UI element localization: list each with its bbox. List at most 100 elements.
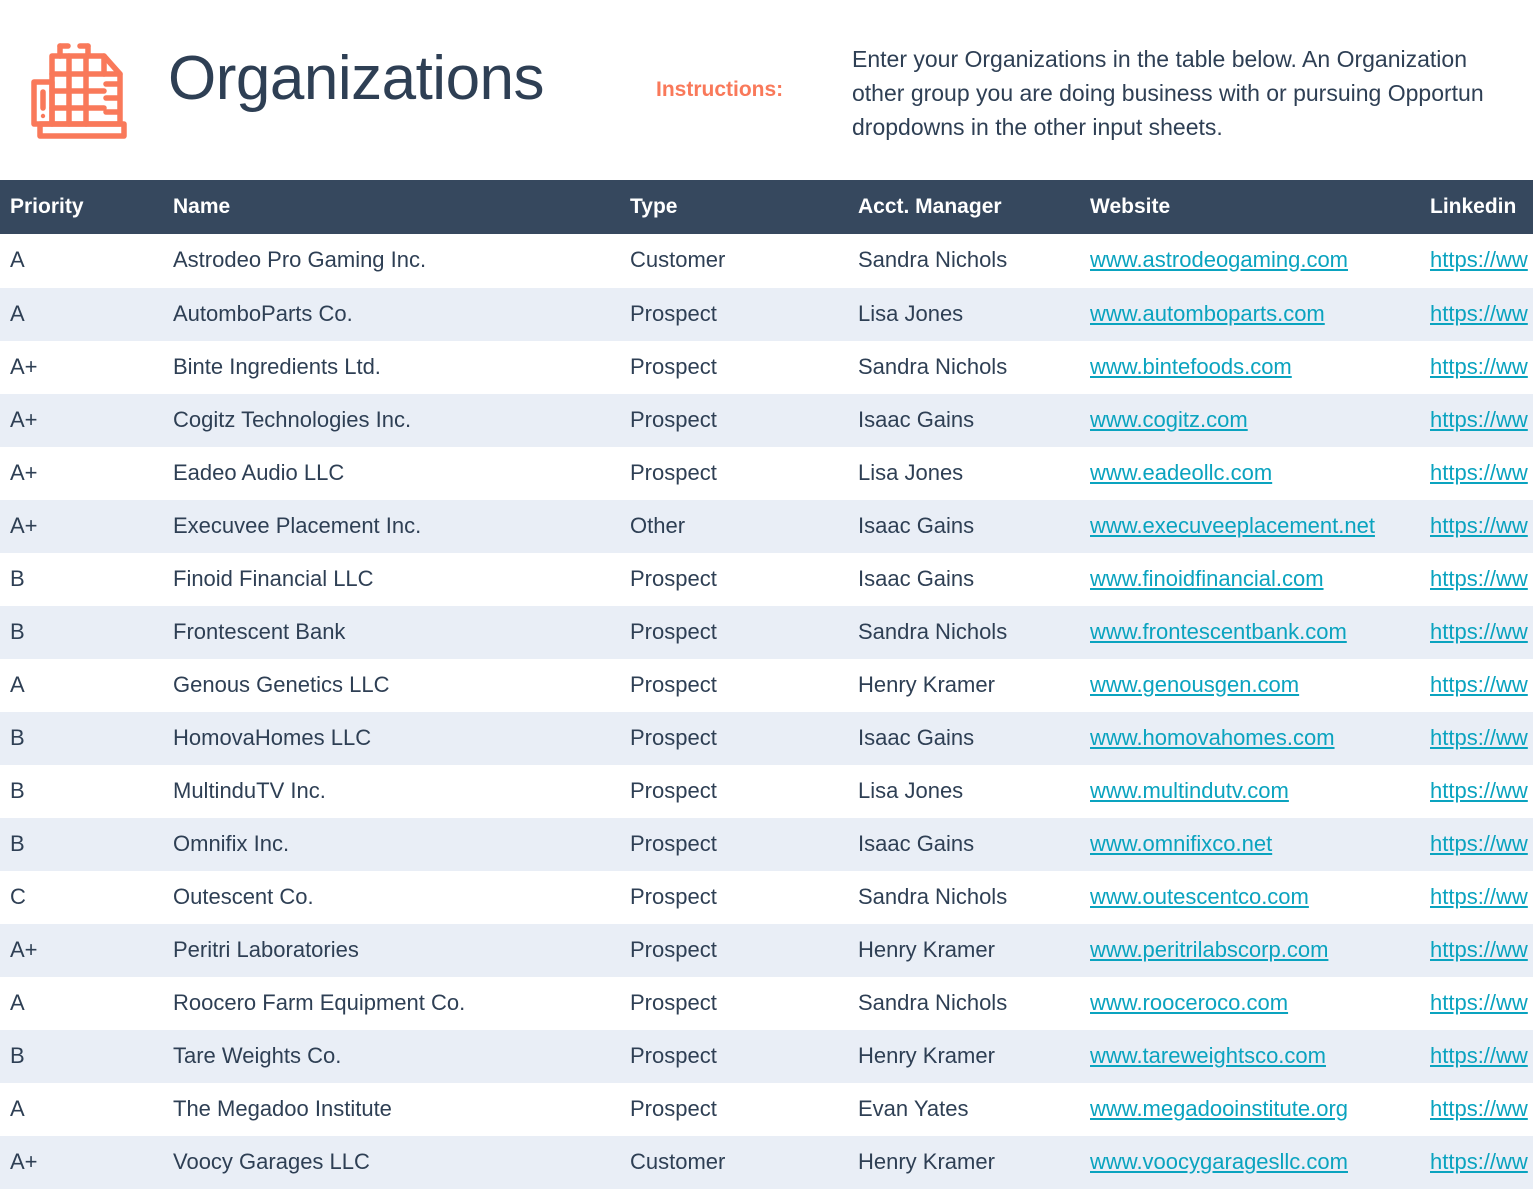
table-row[interactable]: A+ Cogitz Technologies Inc. Prospect Isaac … <box>0 393 1533 447</box>
table-row[interactable]: C Outescent Co. Prospect Sandra Nichols www.… <box>0 870 1533 924</box>
cell-linkedin-link[interactable]: https://ww <box>1430 354 1528 379</box>
cell-linkedin-link[interactable]: https://ww <box>1430 513 1528 538</box>
table-row[interactable]: B Frontescent Bank Prospect Sandra Nichols w… <box>0 605 1533 659</box>
cell-website[interactable]: www.megadooinstitute.org <box>1080 1082 1420 1136</box>
cell-website[interactable]: www.execuveeplacement.net <box>1080 499 1420 553</box>
table-row[interactable]: A Astrodeo Pro Gaming Inc. Customer Sandra … <box>0 234 1533 288</box>
table-row[interactable]: A Genous Genetics LLC Prospect Henry Kramer… <box>0 658 1533 712</box>
cell-website[interactable]: www.automboparts.com <box>1080 287 1420 341</box>
cell-linkedin-link[interactable]: https://ww <box>1430 619 1528 644</box>
cell-name: Frontescent Bank <box>163 605 620 659</box>
cell-website[interactable]: www.homovahomes.com <box>1080 711 1420 765</box>
table-row[interactable]: B MultinduTV Inc. Prospect Lisa Jones www.mu… <box>0 764 1533 818</box>
cell-linkedin-link[interactable]: https://ww <box>1430 990 1528 1015</box>
table-row[interactable]: B Omnifix Inc. Prospect Isaac Gains www.omni… <box>0 817 1533 871</box>
table-row[interactable]: A+ Voocy Garages LLC Customer Henry Kramer w… <box>0 1135 1533 1189</box>
cell-website-link[interactable]: www.automboparts.com <box>1090 301 1325 326</box>
table-row[interactable]: A The Megadoo Institute Prospect Evan Yates… <box>0 1082 1533 1136</box>
column-header-priority[interactable]: Priority <box>0 180 163 234</box>
cell-priority: A+ <box>0 340 163 394</box>
table-row[interactable]: B Finoid Financial LLC Prospect Isaac Gains… <box>0 552 1533 606</box>
cell-linkedin-link[interactable]: https://ww <box>1430 1043 1528 1068</box>
table-row[interactable]: A AutomboParts Co. Prospect Lisa Jones www.a… <box>0 287 1533 341</box>
cell-website[interactable]: www.multindutv.com <box>1080 764 1420 818</box>
column-header-name[interactable]: Name <box>163 180 620 234</box>
cell-linkedin[interactable]: https://ww <box>1420 552 1533 606</box>
cell-linkedin-link[interactable]: https://ww <box>1430 407 1528 432</box>
cell-linkedin[interactable]: https://ww <box>1420 234 1533 288</box>
cell-linkedin[interactable]: https://ww <box>1420 976 1533 1030</box>
cell-linkedin[interactable]: https://ww <box>1420 764 1533 818</box>
cell-website-link[interactable]: www.genousgen.com <box>1090 672 1299 697</box>
cell-linkedin[interactable]: https://ww <box>1420 393 1533 447</box>
cell-linkedin-link[interactable]: https://ww <box>1430 884 1528 909</box>
cell-website-link[interactable]: www.astrodeogaming.com <box>1090 247 1348 272</box>
cell-website[interactable]: www.astrodeogaming.com <box>1080 234 1420 288</box>
cell-linkedin[interactable]: https://ww <box>1420 817 1533 871</box>
cell-linkedin-link[interactable]: https://ww <box>1430 725 1528 750</box>
column-header-linkedin[interactable]: Linkedin <box>1420 180 1533 234</box>
cell-linkedin[interactable]: https://ww <box>1420 1082 1533 1136</box>
table-row[interactable]: A+ Binte Ingredients Ltd. Prospect Sandra N… <box>0 340 1533 394</box>
cell-website-link[interactable]: www.peritrilabscorp.com <box>1090 937 1328 962</box>
cell-website[interactable]: www.outescentco.com <box>1080 870 1420 924</box>
cell-website-link[interactable]: www.cogitz.com <box>1090 407 1248 432</box>
cell-linkedin-link[interactable]: https://ww <box>1430 1149 1528 1174</box>
cell-website[interactable]: www.cogitz.com <box>1080 393 1420 447</box>
column-header-type[interactable]: Type <box>620 180 848 234</box>
cell-website-link[interactable]: www.megadooinstitute.org <box>1090 1096 1348 1121</box>
cell-website-link[interactable]: www.omnifixco.net <box>1090 831 1272 856</box>
table-row[interactable]: A+ Peritri Laboratories Prospect Henry Kram… <box>0 923 1533 977</box>
cell-website[interactable]: www.rooceroco.com <box>1080 976 1420 1030</box>
cell-type: Prospect <box>620 1082 848 1136</box>
cell-website-link[interactable]: www.voocygaragesllc.com <box>1090 1149 1348 1174</box>
cell-website-link[interactable]: www.eadeollc.com <box>1090 460 1272 485</box>
cell-website-link[interactable]: www.frontescentbank.com <box>1090 619 1347 644</box>
cell-website[interactable]: www.voocygaragesllc.com <box>1080 1135 1420 1189</box>
cell-website[interactable]: www.frontescentbank.com <box>1080 605 1420 659</box>
column-header-acct-manager[interactable]: Acct. Manager <box>848 180 1080 234</box>
cell-website-link[interactable]: www.tareweightsco.com <box>1090 1043 1326 1068</box>
cell-linkedin-link[interactable]: https://ww <box>1430 778 1528 803</box>
cell-website-link[interactable]: www.execuveeplacement.net <box>1090 513 1375 538</box>
cell-name: Genous Genetics LLC <box>163 658 620 712</box>
cell-linkedin[interactable]: https://ww <box>1420 870 1533 924</box>
cell-linkedin-link[interactable]: https://ww <box>1430 247 1528 272</box>
cell-website[interactable]: www.tareweightsco.com <box>1080 1029 1420 1083</box>
cell-website-link[interactable]: www.bintefoods.com <box>1090 354 1292 379</box>
cell-linkedin[interactable]: https://ww <box>1420 658 1533 712</box>
cell-linkedin-link[interactable]: https://ww <box>1430 672 1528 697</box>
cell-website[interactable]: www.genousgen.com <box>1080 658 1420 712</box>
cell-linkedin[interactable]: https://ww <box>1420 1135 1533 1189</box>
table-row[interactable]: A+ Eadeo Audio LLC Prospect Lisa Jones www.e… <box>0 446 1533 500</box>
cell-website-link[interactable]: www.homovahomes.com <box>1090 725 1335 750</box>
cell-linkedin-link[interactable]: https://ww <box>1430 460 1528 485</box>
cell-linkedin[interactable]: https://ww <box>1420 287 1533 341</box>
cell-website[interactable]: www.finoidfinancial.com <box>1080 552 1420 606</box>
cell-website-link[interactable]: www.outescentco.com <box>1090 884 1309 909</box>
cell-linkedin[interactable]: https://ww <box>1420 446 1533 500</box>
cell-website-link[interactable]: www.multindutv.com <box>1090 778 1289 803</box>
cell-linkedin-link[interactable]: https://ww <box>1430 937 1528 962</box>
cell-linkedin-link[interactable]: https://ww <box>1430 301 1528 326</box>
column-header-website[interactable]: Website <box>1080 180 1420 234</box>
cell-website-link[interactable]: www.finoidfinancial.com <box>1090 566 1324 591</box>
cell-linkedin[interactable]: https://ww <box>1420 711 1533 765</box>
cell-website[interactable]: www.peritrilabscorp.com <box>1080 923 1420 977</box>
cell-website-link[interactable]: www.rooceroco.com <box>1090 990 1288 1015</box>
cell-website[interactable]: www.omnifixco.net <box>1080 817 1420 871</box>
table-row[interactable]: A Roocero Farm Equipment Co. Prospect Sandr… <box>0 976 1533 1030</box>
cell-linkedin[interactable]: https://ww <box>1420 605 1533 659</box>
cell-linkedin-link[interactable]: https://ww <box>1430 1096 1528 1121</box>
cell-website[interactable]: www.bintefoods.com <box>1080 340 1420 394</box>
table-row[interactable]: B Tare Weights Co. Prospect Henry Kramer www… <box>0 1029 1533 1083</box>
cell-linkedin[interactable]: https://ww <box>1420 923 1533 977</box>
table-row[interactable]: B HomovaHomes LLC Prospect Isaac Gains www.h… <box>0 711 1533 765</box>
table-row[interactable]: A+ Execuvee Placement Inc. Other Isaac Gain… <box>0 499 1533 553</box>
cell-website[interactable]: www.eadeollc.com <box>1080 446 1420 500</box>
cell-linkedin-link[interactable]: https://ww <box>1430 831 1528 856</box>
cell-linkedin[interactable]: https://ww <box>1420 340 1533 394</box>
cell-linkedin[interactable]: https://ww <box>1420 499 1533 553</box>
cell-linkedin-link[interactable]: https://ww <box>1430 566 1528 591</box>
cell-linkedin[interactable]: https://ww <box>1420 1029 1533 1083</box>
